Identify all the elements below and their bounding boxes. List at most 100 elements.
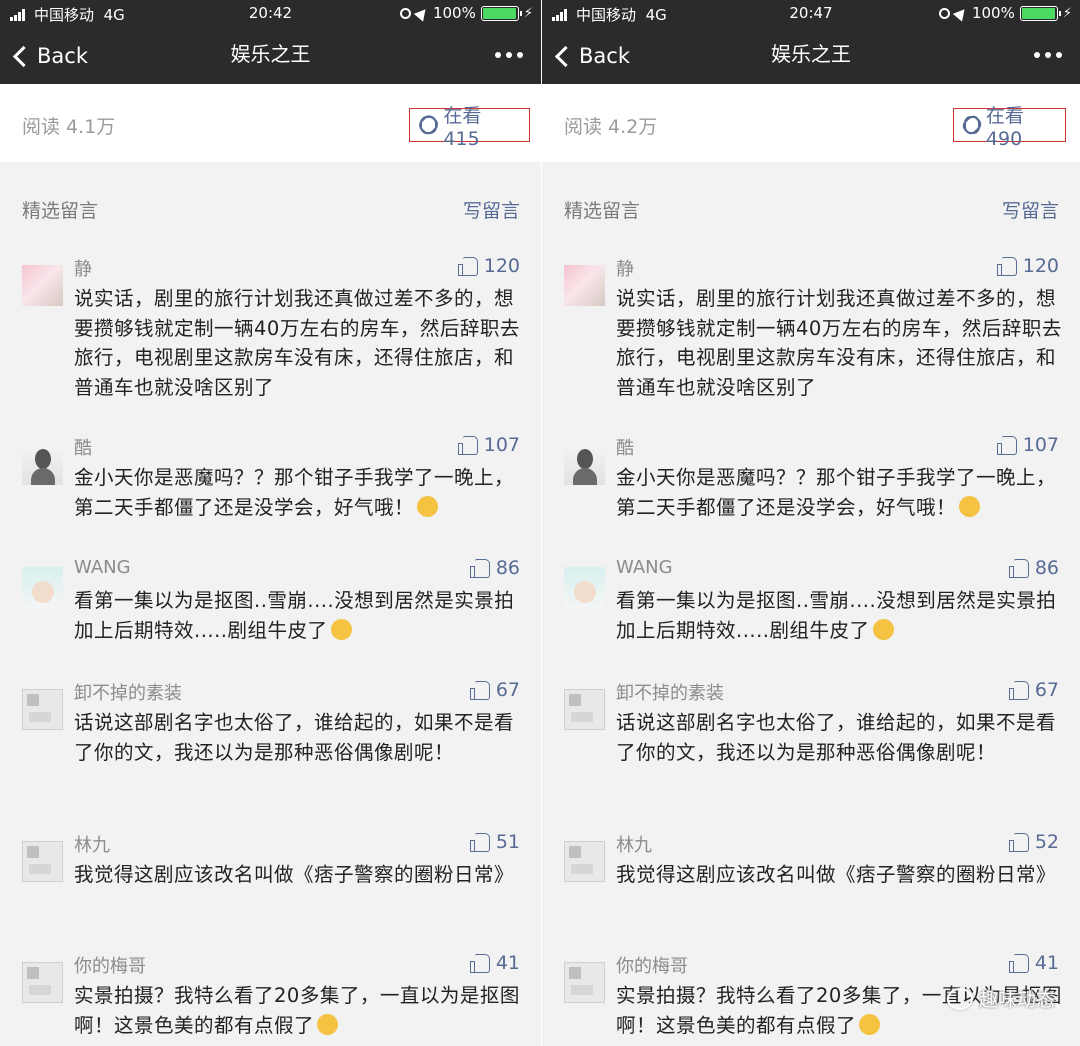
avatar[interactable] [22,689,63,730]
status-bar: 中国移动 4G 20:47 100% ⚡ [542,0,1080,28]
like-button[interactable]: 67 [469,679,520,701]
avatar[interactable] [564,841,605,882]
like-button[interactable]: 86 [469,557,520,579]
status-bar: 中国移动 4G 20:42 100% ⚡ [0,0,541,28]
avatar[interactable] [564,444,605,485]
battery-icon [1019,5,1061,21]
comment-text-content: 看第一集以为是抠图..雪崩....没想到居然是实景拍加上后期特效.....剧组牛… [74,589,515,642]
top-bar: 中国移动 4G 20:42 100% ⚡ Back 娱乐之王 [0,0,541,84]
thumbs-up-icon [457,435,478,455]
thumbs-up-icon [996,256,1017,276]
like-count: 52 [1034,831,1059,853]
like-button[interactable]: 107 [996,434,1059,456]
emoji-icon [872,618,894,640]
comment-text: 说实话，剧里的旅行计划我还真做过差不多的，想要攒够钱就定制一辆40万左右的房车，… [74,287,520,399]
like-count: 107 [1022,434,1059,456]
comment-author: 你的梅哥 [74,956,146,977]
avatar[interactable] [564,962,605,1003]
comment-author: 卸不掉的素装 [74,683,182,704]
avatar[interactable] [22,841,63,882]
more-button[interactable] [1034,52,1062,58]
zaikan-label: 在看 490 [985,104,1024,150]
avatar[interactable] [564,567,605,608]
comment-author: 你的梅哥 [616,956,688,977]
like-button[interactable]: 120 [457,255,520,277]
comment-text: 话说这部剧名字也太俗了，谁给起的，如果不是看了你的文，我还以为是那种恶俗偶像剧呢… [74,711,515,764]
thumbs-up-icon [1008,558,1029,578]
status-right: 100% ⚡ [938,4,1072,22]
like-count: 51 [495,831,520,853]
screenshot-panel-left: 中国移动 4G 20:42 100% ⚡ Back 娱乐之王 阅读 4.1万 在… [0,0,541,1046]
like-count: 120 [1022,255,1059,277]
like-count: 86 [1034,557,1059,579]
comment-author: 静 [616,259,634,280]
avatar[interactable] [22,265,63,306]
like-button[interactable]: 67 [1008,679,1059,701]
thumbs-up-icon [457,256,478,276]
emoji-icon [417,495,439,517]
like-button[interactable]: 41 [469,952,520,974]
like-button[interactable]: 52 [1008,831,1059,853]
location-icon [952,4,970,22]
like-count: 67 [495,679,520,701]
comments-header: 精选留言 写留言 [0,196,541,232]
comment-text: 看第一集以为是抠图..雪崩....没想到居然是实景拍加上后期特效.....剧组牛… [616,586,1064,645]
avatar[interactable] [22,962,63,1003]
zaikan-button[interactable]: 在看 490 [953,105,1066,150]
zaikan-button[interactable]: 在看 415 [409,105,530,150]
avatar[interactable] [22,444,63,485]
nav-title: 娱乐之王 [771,42,851,66]
comment-text-content: 实景拍摄？我特么看了20多集了，一直以为是抠图啊！这景色美的都有点假了 [74,984,520,1037]
comments-header: 精选留言 写留言 [542,196,1080,232]
like-count: 67 [1034,679,1059,701]
avatar[interactable] [564,265,605,306]
comment-author: 林九 [616,835,652,856]
thumbs-up-icon [469,558,490,578]
emoji-icon [859,1013,881,1035]
read-count: 阅读 4.1万 [22,116,116,138]
screenshot-panel-right: 中国移动 4G 20:47 100% ⚡ Back 娱乐之王 阅读 4.2万 在… [542,0,1080,1046]
comment-author: 酷 [616,438,634,459]
like-count: 41 [495,952,520,974]
avatar[interactable] [22,567,63,608]
top-bar: 中国移动 4G 20:47 100% ⚡ Back 娱乐之王 [542,0,1080,84]
comment-text: 我觉得这剧应该改名叫做《痞子警察的圈粉日常》 [616,863,1057,886]
comment-text: 实景拍摄？我特么看了20多集了，一直以为是抠图啊！这景色美的都有点假了 [74,981,526,1040]
like-button[interactable]: 41 [1008,952,1059,974]
comment-author: 静 [74,259,92,280]
like-button[interactable]: 107 [457,434,520,456]
like-button[interactable]: 86 [1008,557,1059,579]
avatar[interactable] [564,689,605,730]
write-comment-button[interactable]: 写留言 [1002,196,1059,223]
comment-text: 金小天你是恶魔吗？？那个钳子手我学了一晚上，第二天手都僵了还是没学会，好气哦！ [74,463,526,522]
battery-percent: 100% [432,4,476,22]
wechat-icon [946,987,973,1010]
like-count: 41 [1034,952,1059,974]
emoji-icon [959,495,981,517]
battery-percent: 100% [971,4,1015,22]
comments-section-label: 精选留言 [22,200,99,222]
thumbs-up-icon [469,832,490,852]
more-button[interactable] [495,52,523,58]
like-button[interactable]: 120 [996,255,1059,277]
like-count: 107 [483,434,520,456]
read-count: 阅读 4.2万 [564,116,658,138]
comment-author: WANG [616,557,673,578]
charging-icon: ⚡ [523,5,533,21]
comment-text-content: 看第一集以为是抠图..雪崩....没想到居然是实景拍加上后期特效.....剧组牛… [616,589,1057,642]
zaikan-label: 在看 415 [443,104,482,150]
like-count: 120 [483,255,520,277]
charging-icon: ⚡ [1062,5,1072,21]
comment-text-content: 金小天你是恶魔吗？？那个钳子手我学了一晚上，第二天手都僵了还是没学会，好气哦！ [74,466,515,519]
emoji-icon [317,1013,339,1035]
location-icon [413,4,431,22]
like-button[interactable]: 51 [469,831,520,853]
read-count-row: 阅读 4.2万 在看 490 [542,84,1080,162]
write-comment-button[interactable]: 写留言 [463,196,520,223]
comment-text: 我觉得这剧应该改名叫做《痞子警察的圈粉日常》 [74,863,515,886]
comment-author: 林九 [74,835,110,856]
orientation-lock-icon [938,7,950,19]
comment-author: 卸不掉的素装 [616,683,724,704]
watermark-text: 趣味动态 [978,989,1055,1011]
thumbs-up-icon [469,680,490,700]
